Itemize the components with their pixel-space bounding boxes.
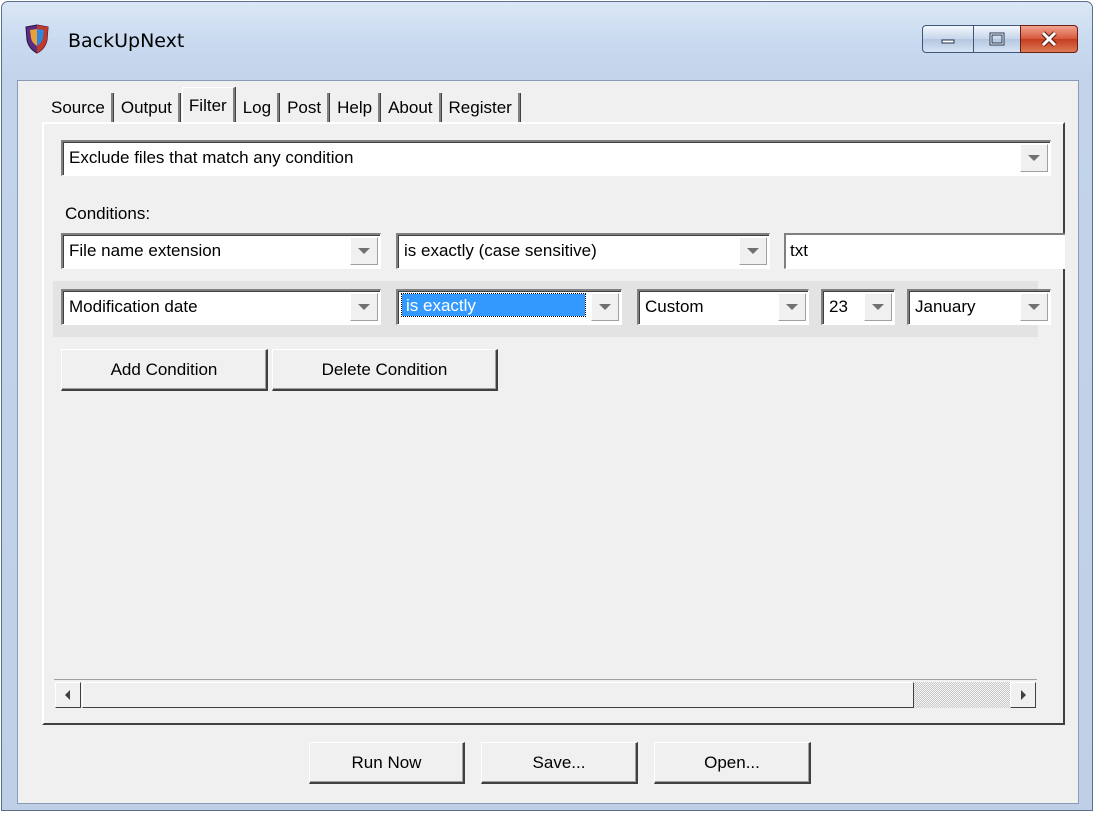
arrow-right-icon bbox=[1021, 690, 1026, 700]
condition1-value-field[interactable] bbox=[784, 233, 1065, 269]
chevron-down-icon bbox=[599, 304, 611, 310]
condition2-field-select[interactable]: Modification date bbox=[61, 289, 381, 325]
scroll-thumb[interactable] bbox=[82, 682, 914, 708]
minimize-button[interactable] bbox=[922, 25, 974, 53]
dropdown-button[interactable] bbox=[778, 293, 806, 321]
add-condition-label: Add Condition bbox=[110, 359, 218, 379]
maximize-button[interactable] bbox=[973, 25, 1021, 53]
condition2-operator-select[interactable]: is exactly bbox=[396, 289, 622, 325]
condition1-field-select[interactable]: File name extension bbox=[61, 233, 381, 269]
condition2-month-value: January bbox=[915, 297, 976, 316]
run-now-button[interactable]: Run Now bbox=[309, 742, 465, 784]
tab-log[interactable]: Log bbox=[236, 93, 280, 123]
dropdown-button[interactable] bbox=[591, 293, 619, 321]
run-now-label: Run Now bbox=[351, 752, 422, 772]
tab-label: About bbox=[388, 98, 433, 117]
dropdown-button[interactable] bbox=[1020, 293, 1048, 321]
tab-label: Source bbox=[51, 98, 105, 117]
condition1-operator-select[interactable]: is exactly (case sensitive) bbox=[396, 233, 770, 269]
condition2-day-select[interactable]: 23 bbox=[821, 289, 895, 325]
tab-label: Log bbox=[242, 98, 272, 117]
client-area: Source Output Filter Log Post Help About… bbox=[17, 80, 1079, 804]
delete-condition-button[interactable]: Delete Condition bbox=[272, 349, 498, 391]
dropdown-button[interactable] bbox=[864, 293, 892, 321]
tab-label: Register bbox=[448, 98, 512, 117]
condition1-operator-value: is exactly (case sensitive) bbox=[404, 241, 597, 260]
filter-mode-select[interactable]: Exclude files that match any condition bbox=[61, 140, 1051, 176]
filter-panel bbox=[42, 122, 1065, 725]
tab-source[interactable]: Source bbox=[45, 93, 113, 123]
horizontal-scrollbar[interactable] bbox=[54, 679, 1037, 709]
title-bar[interactable]: BackUpNext bbox=[2, 2, 1092, 80]
maximize-icon bbox=[989, 32, 1005, 46]
chevron-down-icon bbox=[1028, 304, 1040, 310]
app-window: BackUpNext Source Output Filter Log Post… bbox=[1, 1, 1093, 811]
tab-help[interactable]: Help bbox=[331, 93, 381, 123]
shield-icon bbox=[25, 24, 49, 54]
tab-label: Post bbox=[287, 98, 322, 117]
condition2-day-value: 23 bbox=[829, 297, 848, 316]
condition2-date-mode-select[interactable]: Custom bbox=[637, 289, 809, 325]
condition2-month-select[interactable]: January bbox=[907, 289, 1051, 325]
dropdown-button[interactable] bbox=[350, 237, 378, 265]
tab-filter[interactable]: Filter bbox=[181, 87, 235, 124]
dropdown-button[interactable] bbox=[1020, 144, 1048, 172]
dropdown-button[interactable] bbox=[739, 237, 767, 265]
tab-strip: Source Output Filter Log Post Help About… bbox=[45, 87, 522, 124]
close-button[interactable] bbox=[1020, 25, 1078, 53]
chevron-down-icon bbox=[1028, 155, 1040, 161]
chevron-down-icon bbox=[747, 248, 759, 254]
dropdown-button[interactable] bbox=[350, 293, 378, 321]
tab-about[interactable]: About bbox=[382, 93, 441, 123]
condition1-value-input[interactable] bbox=[790, 241, 1030, 261]
condition2-date-mode-value: Custom bbox=[645, 297, 704, 316]
save-button[interactable]: Save... bbox=[481, 742, 638, 784]
save-label: Save... bbox=[532, 752, 586, 772]
close-icon bbox=[1041, 31, 1057, 47]
condition2-field-value: Modification date bbox=[69, 297, 198, 316]
tab-label: Output bbox=[120, 98, 172, 117]
arrow-left-icon bbox=[65, 690, 70, 700]
tab-output[interactable]: Output bbox=[114, 93, 180, 123]
chevron-down-icon bbox=[872, 304, 884, 310]
tab-post[interactable]: Post bbox=[281, 93, 330, 123]
chevron-down-icon bbox=[358, 304, 370, 310]
scroll-right-button[interactable] bbox=[1010, 682, 1036, 708]
condition2-operator-value: is exactly bbox=[401, 293, 586, 317]
add-condition-button[interactable]: Add Condition bbox=[61, 349, 268, 391]
open-button[interactable]: Open... bbox=[654, 742, 811, 784]
delete-condition-label: Delete Condition bbox=[321, 359, 448, 379]
conditions-label: Conditions: bbox=[65, 204, 151, 223]
scroll-left-button[interactable] bbox=[55, 682, 81, 708]
tab-register[interactable]: Register bbox=[442, 93, 520, 123]
chevron-down-icon bbox=[358, 248, 370, 254]
condition1-field-value: File name extension bbox=[69, 241, 222, 260]
filter-mode-value: Exclude files that match any condition bbox=[69, 148, 354, 167]
tab-label: Help bbox=[337, 98, 373, 117]
open-label: Open... bbox=[704, 752, 760, 772]
chevron-down-icon bbox=[786, 304, 798, 310]
tab-label: Filter bbox=[188, 96, 227, 115]
window-title: BackUpNext bbox=[68, 30, 185, 52]
scroll-track[interactable] bbox=[914, 682, 1010, 708]
minimize-icon bbox=[941, 39, 955, 44]
